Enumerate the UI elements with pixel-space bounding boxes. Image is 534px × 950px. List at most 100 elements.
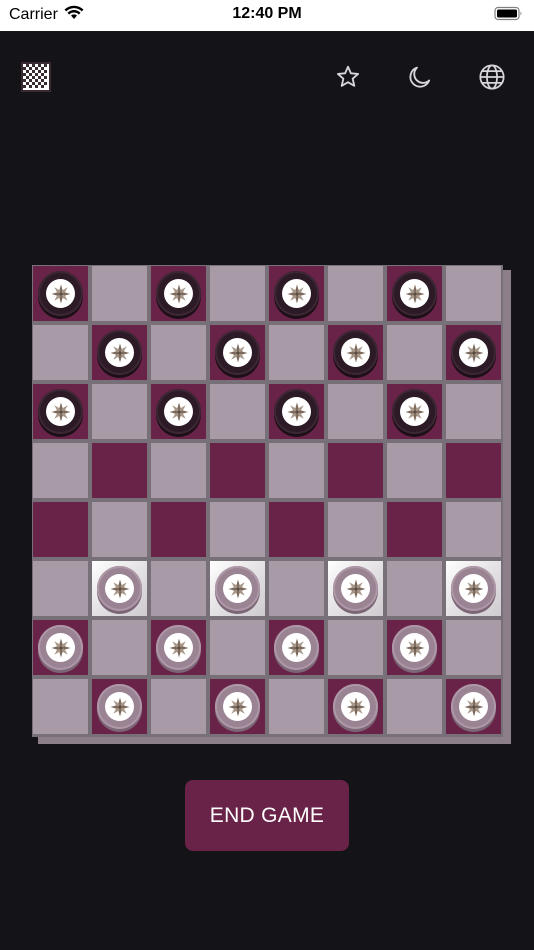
- light-checker-piece[interactable]: [274, 625, 319, 670]
- board-square[interactable]: [210, 502, 265, 557]
- dark-checker-piece[interactable]: [274, 271, 319, 316]
- compass-star-icon: [46, 397, 75, 426]
- board-square[interactable]: [92, 443, 147, 498]
- dark-checker-piece[interactable]: [97, 330, 142, 375]
- board-square[interactable]: [92, 679, 147, 734]
- board-square[interactable]: [387, 679, 442, 734]
- dark-checker-piece[interactable]: [392, 271, 437, 316]
- light-checker-piece[interactable]: [97, 566, 142, 611]
- light-checker-piece[interactable]: [97, 684, 142, 729]
- board-square[interactable]: [446, 384, 501, 439]
- light-checker-piece[interactable]: [215, 684, 260, 729]
- board-square[interactable]: [33, 443, 88, 498]
- board-square[interactable]: [269, 561, 324, 616]
- board-square[interactable]: [92, 266, 147, 321]
- board-square[interactable]: [446, 443, 501, 498]
- board-square[interactable]: [269, 443, 324, 498]
- board-square[interactable]: [328, 679, 383, 734]
- board-square[interactable]: [210, 561, 265, 616]
- light-checker-piece[interactable]: [333, 566, 378, 611]
- moon-icon[interactable]: [403, 60, 437, 94]
- board-square[interactable]: [33, 679, 88, 734]
- board-square[interactable]: [269, 620, 324, 675]
- light-checker-piece[interactable]: [451, 684, 496, 729]
- compass-star-icon: [459, 338, 488, 367]
- board-square[interactable]: [210, 679, 265, 734]
- board-square[interactable]: [328, 384, 383, 439]
- board-square[interactable]: [151, 325, 206, 380]
- end-game-button[interactable]: END GAME: [185, 780, 349, 851]
- light-checker-piece[interactable]: [333, 684, 378, 729]
- board-square[interactable]: [387, 502, 442, 557]
- compass-star-icon: [400, 279, 429, 308]
- board-square[interactable]: [33, 620, 88, 675]
- board-square[interactable]: [151, 384, 206, 439]
- board-square[interactable]: [269, 266, 324, 321]
- board-square[interactable]: [92, 561, 147, 616]
- board-square[interactable]: [387, 266, 442, 321]
- light-checker-piece[interactable]: [38, 625, 83, 670]
- board-square[interactable]: [446, 679, 501, 734]
- light-checker-piece[interactable]: [215, 566, 260, 611]
- board-square[interactable]: [387, 443, 442, 498]
- dark-checker-piece[interactable]: [38, 271, 83, 316]
- compass-star-icon: [164, 279, 193, 308]
- board-square[interactable]: [446, 325, 501, 380]
- board-square[interactable]: [328, 502, 383, 557]
- star-icon[interactable]: [331, 60, 365, 94]
- board-square[interactable]: [92, 384, 147, 439]
- board-square[interactable]: [33, 502, 88, 557]
- board-square[interactable]: [446, 561, 501, 616]
- dark-checker-piece[interactable]: [156, 389, 201, 434]
- board-square[interactable]: [446, 620, 501, 675]
- dark-checker-piece[interactable]: [274, 389, 319, 434]
- board-square[interactable]: [33, 325, 88, 380]
- board-square[interactable]: [210, 443, 265, 498]
- board-square[interactable]: [210, 384, 265, 439]
- globe-icon[interactable]: [475, 60, 509, 94]
- board-square[interactable]: [151, 443, 206, 498]
- board-square[interactable]: [151, 561, 206, 616]
- light-checker-piece[interactable]: [392, 625, 437, 670]
- board-square[interactable]: [269, 679, 324, 734]
- board-square[interactable]: [269, 325, 324, 380]
- board-square[interactable]: [92, 325, 147, 380]
- board-square[interactable]: [446, 266, 501, 321]
- board-square[interactable]: [269, 502, 324, 557]
- board-square[interactable]: [33, 384, 88, 439]
- board-square[interactable]: [92, 620, 147, 675]
- board-square[interactable]: [446, 502, 501, 557]
- board-square[interactable]: [328, 561, 383, 616]
- dark-checker-piece[interactable]: [38, 389, 83, 434]
- board-square[interactable]: [328, 266, 383, 321]
- dark-checker-piece[interactable]: [333, 330, 378, 375]
- checkerboard-logo-icon[interactable]: [20, 61, 52, 93]
- board-square[interactable]: [387, 620, 442, 675]
- light-checker-piece[interactable]: [451, 566, 496, 611]
- dark-checker-piece[interactable]: [451, 330, 496, 375]
- board-square[interactable]: [210, 266, 265, 321]
- board-square[interactable]: [328, 325, 383, 380]
- board-square[interactable]: [387, 561, 442, 616]
- light-checker-piece[interactable]: [156, 625, 201, 670]
- dark-checker-piece[interactable]: [215, 330, 260, 375]
- board-square[interactable]: [92, 502, 147, 557]
- board-square[interactable]: [328, 620, 383, 675]
- board-square[interactable]: [33, 561, 88, 616]
- board-square[interactable]: [328, 443, 383, 498]
- board-square[interactable]: [151, 502, 206, 557]
- board-square[interactable]: [269, 384, 324, 439]
- board-square[interactable]: [151, 620, 206, 675]
- board-square[interactable]: [210, 620, 265, 675]
- dark-checker-piece[interactable]: [156, 271, 201, 316]
- dark-checker-piece[interactable]: [392, 389, 437, 434]
- board-square[interactable]: [151, 679, 206, 734]
- board-square[interactable]: [33, 266, 88, 321]
- compass-star-icon: [105, 338, 134, 367]
- board-square[interactable]: [151, 266, 206, 321]
- board-square[interactable]: [387, 384, 442, 439]
- board-square[interactable]: [210, 325, 265, 380]
- compass-star-icon: [46, 279, 75, 308]
- compass-star-icon: [164, 633, 193, 662]
- board-square[interactable]: [387, 325, 442, 380]
